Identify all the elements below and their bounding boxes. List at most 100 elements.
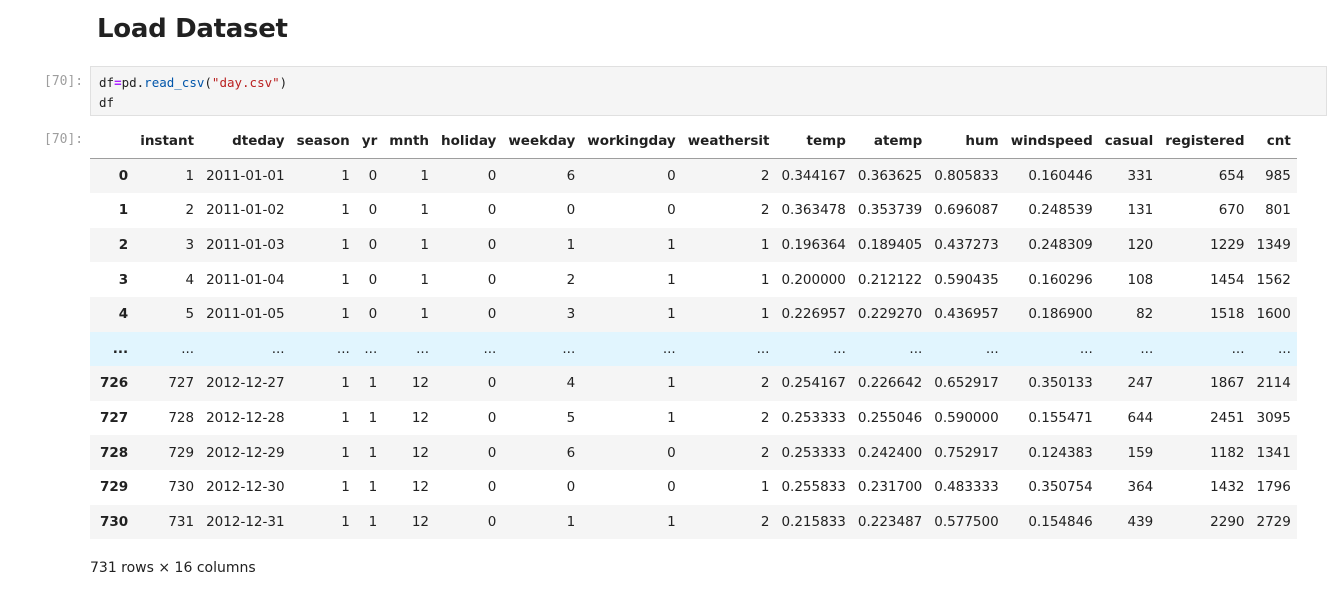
table-cell: 1 — [760, 479, 770, 496]
table-cell: 670 — [1218, 202, 1245, 219]
code-cell[interactable]: df=pd.read_csv("day.csv") df — [90, 66, 1327, 116]
column-header-casual: casual — [1098, 124, 1160, 160]
table-cell: 0.577500 — [934, 513, 999, 530]
table-cell: 12 — [411, 410, 430, 427]
table-cell: ... — [181, 340, 195, 357]
code-token-string: "day.csv" — [211, 75, 280, 90]
table-cell: 3 — [185, 237, 195, 254]
table-cell: 0.155471 — [1028, 410, 1093, 427]
table-cell: 4 — [566, 375, 576, 392]
row-index: 730 — [100, 513, 129, 530]
table-cell: ... — [662, 340, 676, 357]
table-cell: 2451 — [1210, 410, 1245, 427]
table-cell: 728 — [168, 410, 195, 427]
table-cell: 1 — [667, 271, 676, 288]
table-cell: 1 — [760, 271, 770, 288]
table-cell: 2114 — [1256, 375, 1291, 392]
table-row: 2 3 2011-01-03 1 0 1 0 1 1 1 0.196364 0.189405 0.437… — [90, 227, 1297, 263]
table-cell: 0 — [667, 168, 676, 185]
table-cell: 1 — [760, 306, 770, 323]
table-cell: 12 — [411, 479, 430, 496]
table-cell: ... — [909, 340, 923, 357]
table-cell: ... — [832, 340, 846, 357]
table-cell: 0 — [487, 479, 497, 496]
table-cell: 1432 — [1210, 479, 1245, 496]
table-row: 3 4 2011-01-04 1 0 1 0 2 1 1 0.200000 0.212122 0.590… — [90, 262, 1297, 297]
table-cell: 0.344167 — [781, 168, 846, 185]
table-cell: 1796 — [1256, 479, 1291, 496]
table-cell: 1 — [420, 271, 430, 288]
table-cell: 0.255833 — [781, 479, 846, 496]
table-cell: 0 — [368, 306, 378, 323]
table-cell: 1349 — [1256, 237, 1291, 254]
table-cell: 0.212122 — [857, 271, 923, 288]
table-cell: 1 — [667, 306, 676, 323]
table-cell: 654 — [1218, 168, 1245, 185]
ellipsis-row: ........................................… — [90, 331, 1297, 367]
table-cell: 2011-01-01 — [206, 168, 285, 185]
table-cell: 1 — [341, 375, 350, 392]
table-cell: 0.652917 — [934, 375, 999, 392]
table-cell: 2011-01-04 — [206, 271, 285, 288]
table-cell: 0.160296 — [1028, 271, 1093, 288]
dataframe-shape: 731 rows × 16 columns — [90, 560, 256, 576]
table-cell: 0.196364 — [781, 237, 846, 254]
table-cell: 0.160446 — [1028, 168, 1093, 185]
table-cell: 0.253333 — [781, 444, 846, 461]
table-cell: ... — [1277, 340, 1291, 357]
column-header-weathersit: weathersit — [681, 124, 776, 160]
table-cell: 0.752917 — [934, 444, 999, 461]
row-index: 727 — [100, 410, 129, 427]
table-cell: 1 — [368, 444, 378, 461]
table-cell: 0.253333 — [781, 410, 846, 427]
table-cell: 2 — [760, 168, 770, 185]
table-cell: 0.350133 — [1028, 375, 1093, 392]
table-cell: 0 — [368, 271, 378, 288]
table-cell: 0.363478 — [781, 202, 846, 219]
output-prompt: [70]: — [44, 132, 84, 147]
table-cell: 1182 — [1210, 444, 1245, 461]
table-cell: ... — [483, 340, 497, 357]
table-cell: 1 — [667, 513, 676, 530]
code-line-2: df — [99, 95, 115, 110]
dataframe-table: instant dteday season yr mnth holiday weekday w… — [90, 124, 1297, 540]
table-cell: 2 — [760, 513, 770, 530]
table-cell: ... — [1231, 340, 1245, 357]
table-cell: 0.590435 — [934, 271, 999, 288]
table-cell: 6 — [566, 444, 576, 461]
table-cell: 0 — [667, 202, 676, 219]
table-cell: 2012-12-28 — [206, 410, 285, 427]
table-cell: 0.215833 — [781, 513, 846, 530]
table-cell: 1 — [368, 479, 378, 496]
index-header — [90, 124, 135, 160]
table-cell: 1 — [667, 237, 676, 254]
dataframe-body: 0 1 2011-01-01 1 0 1 0 6 0 2 0.344167 0.363625 0.805… — [90, 158, 1297, 540]
table-row: 727 728 2012-12-28 1 1 12 0 5 1 2 0.253333 0.255046… — [90, 400, 1297, 436]
table-cell: 0 — [487, 168, 497, 185]
table-cell: 2012-12-31 — [206, 513, 285, 530]
column-header-workingday: workingday — [581, 124, 682, 160]
table-cell: 108 — [1127, 271, 1154, 288]
code-line-1: df=pd.read_csv("day.csv") — [99, 73, 1318, 93]
table-row: 0 1 2011-01-01 1 0 1 0 6 0 2 0.344167 0.363625 0.805… — [90, 158, 1297, 194]
row-index: 728 — [100, 444, 129, 461]
table-cell: 0.154846 — [1028, 513, 1093, 530]
table-cell: 1 — [566, 237, 576, 254]
table-cell: 331 — [1127, 168, 1154, 185]
table-cell: 5 — [185, 306, 195, 323]
table-cell: 2012-12-27 — [206, 375, 285, 392]
table-cell: 1 — [368, 375, 378, 392]
table-cell: 0.483333 — [934, 479, 999, 496]
section-heading: Load Dataset — [97, 14, 288, 44]
table-cell: 1 — [566, 513, 576, 530]
table-row: 4 5 2011-01-05 1 0 1 0 3 1 1 0.226957 0.229270 0.436… — [90, 296, 1297, 332]
table-cell: 0 — [667, 479, 676, 496]
table-cell: ... — [271, 340, 285, 357]
code-token-module: pd. — [121, 75, 145, 90]
table-cell: 0 — [487, 513, 497, 530]
table-cell: 1 — [185, 168, 195, 185]
header-row: instant dteday season yr mnth holiday weekday w… — [90, 124, 1297, 160]
table-cell: ... — [336, 340, 350, 357]
table-cell: 2011-01-03 — [206, 237, 285, 254]
table-cell: ... — [985, 340, 999, 357]
